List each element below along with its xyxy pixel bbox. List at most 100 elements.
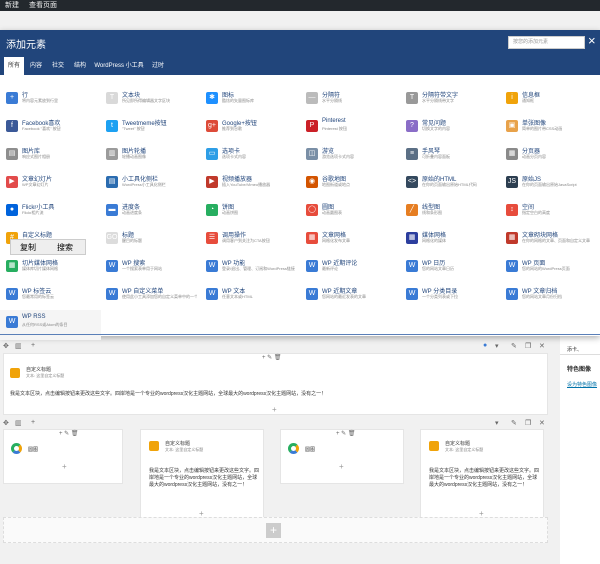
element-icon: ◔ (206, 204, 218, 216)
tab-social[interactable]: 社交 (50, 57, 66, 75)
element-item[interactable]: ≡ 手风琴 可折叠内容面板 (400, 142, 499, 169)
row2-drag-handle[interactable]: ✥ (3, 419, 9, 427)
add-element-plus[interactable]: + (272, 406, 277, 414)
element-item[interactable]: t Tweetmeme按钮 "Tweet" 按钮 (100, 114, 199, 141)
element-item[interactable]: ▤ 图片库 响应式图片相册 (0, 142, 99, 169)
element-item[interactable]: W WP 分类目录 一个分类列表或下拉 (400, 282, 499, 309)
context-copy[interactable]: 复制 (20, 242, 36, 253)
row-drag-handle[interactable]: ✥ (3, 342, 9, 350)
element-item[interactable]: W WP 文章归档 您的网站文章月份归档 (500, 282, 599, 309)
column-tools[interactable]: + ✎ 🗑 (336, 430, 355, 437)
element-desc: 推荐到谷歌 (222, 126, 242, 131)
element-desc: 醒目的标题 (122, 238, 142, 243)
element-item[interactable]: ╱ 线型图 线和条形图 (400, 198, 499, 225)
heading-icon (429, 441, 439, 451)
element-item[interactable]: W WP 标签云 您最常用的标签云 (0, 282, 99, 309)
element-item[interactable]: JS 原始JS 在你的页面输出原始JavaScript (500, 170, 599, 197)
element-item[interactable]: ▥ 图片轮播 轮播动画图像 (100, 142, 199, 169)
element-item[interactable]: ? 常见问题 切换文字的内容 (400, 114, 499, 141)
element-icon: T (406, 92, 418, 104)
context-search[interactable]: 搜索 (57, 242, 73, 253)
row2-layout-icon[interactable]: ▥ (15, 419, 22, 427)
circle-widget-title[interactable]: 圆图 (305, 446, 315, 453)
row-delete-icon[interactable]: ✕ (539, 342, 545, 350)
tab-wp-widgets[interactable]: WordPress 小工具 (94, 57, 144, 75)
element-item[interactable]: W WP 功能 登录/退出、管理、订阅和WordPress链接 (200, 254, 299, 281)
element-item[interactable]: T 分隔符带文字 水平分隔线带文字 (400, 86, 499, 113)
element-item[interactable]: i 信息框 通知框 (500, 86, 599, 113)
element-item[interactable]: ▦ 切片媒体网格 媒体库切片媒体网格 (0, 254, 99, 281)
element-item[interactable]: — 分隔符 水平分隔线 (300, 86, 399, 113)
element-item[interactable]: ▣ 单张图像 简单的图片带CSS动画 (500, 114, 599, 141)
element-item[interactable]: WWP 自定义菜单使用此小工具添加您的自定义菜单中的一个作为侧边栏小工具 (100, 282, 199, 309)
row2-toggle-icon[interactable]: ▾ (495, 419, 499, 427)
tab-content[interactable]: 内容 (28, 57, 44, 75)
element-item[interactable]: ◫ 游览 游览选项卡式内容 (300, 142, 399, 169)
element-item[interactable]: W WP 文本 任意文本或HTML (200, 282, 299, 309)
add-element-plus[interactable]: + (339, 463, 344, 471)
text-block-content[interactable]: 我是文本区块，点击编辑按钮来更改这些文字。四岸地是一个专业的wordpress汉… (149, 468, 261, 489)
element-item[interactable]: ▦ 媒体网格 网格化的媒体 (400, 226, 499, 253)
element-item[interactable]: f Facebook喜欢 Facebook "喜欢" 按钮 (0, 114, 99, 141)
element-item[interactable]: P Pinterest Pinterest 按钮 (300, 114, 399, 141)
element-item[interactable]: ▦ 分页器 动画分页内容 (500, 142, 599, 169)
tab-structure[interactable]: 结构 (72, 57, 88, 75)
element-item[interactable]: ▭ 选项卡 选项卡式内容 (200, 142, 299, 169)
element-item[interactable]: ▦ 文章网格 网格化发布文章 (300, 226, 399, 253)
element-icon: ☰ (206, 232, 218, 244)
heading-widget-title[interactable]: 自定义标题 (26, 366, 51, 373)
element-item[interactable]: <> 原始的HTML 在你的页面输出原始HTML代码 (400, 170, 499, 197)
element-icon: W (6, 288, 18, 300)
element-item[interactable]: W WP 近期文章 您网站的最近发表的文章 (300, 282, 399, 309)
row-layout-icon[interactable]: ▥ (15, 342, 22, 350)
element-item[interactable]: + 行将内容元素放到行里 (0, 86, 99, 113)
element-item[interactable]: W WP RSS 从任何RSS或Atom的条目 (0, 310, 101, 340)
element-item[interactable]: ◯ 圆图 动画圆图表 (300, 198, 399, 225)
row2-clone-icon[interactable]: ❐ (525, 419, 531, 427)
row-clone-icon[interactable]: ❐ (525, 342, 531, 350)
row2-edit-icon[interactable]: ✎ (511, 419, 517, 427)
element-item[interactable]: ▶ 文章幻灯片 WP文章幻灯片 (0, 170, 99, 197)
text-block-content[interactable]: 我是文本区块，点击编辑按钮来更改这些文字。四岸地是一个专业的wordpress汉… (429, 468, 541, 489)
heading-widget-title[interactable]: 自定义标题 (445, 440, 470, 447)
column-tools[interactable]: + ✎ 🗑 (59, 430, 78, 437)
element-item[interactable]: ▤ 小工具化侧栏 WordPress小工具化侧栏 (100, 170, 199, 197)
element-item[interactable]: ▬ 进度条 动画进度条 (100, 198, 199, 225)
element-desc: 动画饼图 (222, 210, 238, 215)
row-edit-icon[interactable]: ✎ (511, 342, 517, 350)
add-element-plus[interactable]: + (62, 463, 67, 471)
set-featured-image-link[interactable]: 设为特色图像 (567, 381, 597, 388)
element-item[interactable]: ☰ 调用操作 调用客户到关注为CTA按钮 (200, 226, 299, 253)
admin-new[interactable]: 新建 (5, 2, 19, 9)
row2-delete-icon[interactable]: ✕ (539, 419, 545, 427)
element-item[interactable]: ↕ 空间 指定空白的高度 (500, 198, 599, 225)
element-item[interactable]: W WP 日历 您的网站文章日历 (400, 254, 499, 281)
element-item[interactable]: W WP 搜索 一个搜索表单用于网站 (100, 254, 199, 281)
element-icon: ▦ (506, 148, 518, 160)
text-block-content[interactable]: 我是文本区块，点击编辑按钮来更改这些文字。四岸地是一个专业的wordpress汉… (10, 391, 540, 398)
heading-widget-title[interactable]: 自定义标题 (165, 440, 190, 447)
element-item[interactable]: ▦ 文章砌块网格 在你的网格的文章、页面和自定义文章 (500, 226, 599, 253)
element-item[interactable]: ◉ 谷歌地图 地图街道或地点 (300, 170, 399, 197)
element-item[interactable]: ● Flickr小工具 Flickr相片流 (0, 198, 99, 225)
element-item[interactable]: g+ Google+按钮 推荐到谷歌 (200, 114, 299, 141)
close-icon[interactable]: × (588, 34, 596, 47)
element-item[interactable]: W WP 近期评论 最新评论 (300, 254, 399, 281)
tab-deprecated[interactable]: 过时 (150, 57, 166, 75)
add-row-button[interactable]: + (266, 523, 281, 538)
element-icon: W (106, 260, 118, 272)
element-item[interactable]: GO 标题 醒目的标题 (100, 226, 199, 253)
row-toggle-icon[interactable]: ▾ (495, 342, 499, 350)
element-item[interactable]: ▶ 视频播放器 插入YouTube/Vimeo播放器 (200, 170, 299, 197)
tab-all[interactable]: 所有 (4, 57, 24, 75)
admin-view-page[interactable]: 查看页面 (29, 2, 57, 9)
row2-add-icon[interactable]: + (31, 419, 35, 426)
row-add-icon[interactable]: + (31, 342, 35, 349)
element-item[interactable]: W WP 页面 您的网站的WordPress页面 (500, 254, 599, 281)
element-search-input[interactable]: 按您的添加元素 (508, 36, 585, 49)
element-item[interactable]: ✱ 图标 酷炫的矢量图标库 (200, 86, 299, 113)
element-item[interactable]: ◔ 饼图 动画饼图 (200, 198, 299, 225)
circle-widget-title[interactable]: 圆图 (28, 446, 38, 453)
element-item[interactable]: T 文本块 所见即所得编辑器文字区块 (100, 86, 199, 113)
row-color-icon[interactable]: ● (483, 342, 487, 349)
